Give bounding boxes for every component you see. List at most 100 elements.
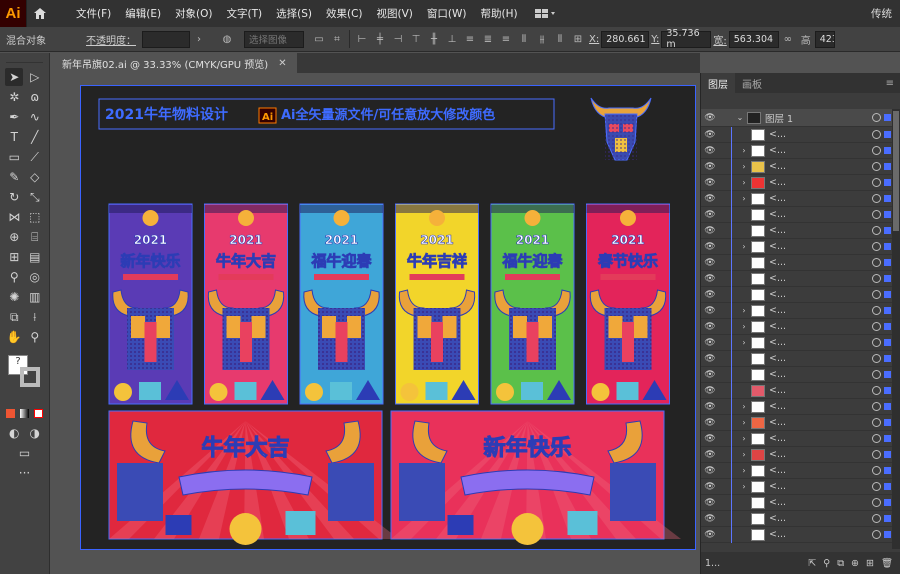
column-graph-tool-icon[interactable]: ▥ xyxy=(26,288,44,306)
selection-indicator[interactable] xyxy=(884,467,891,474)
sublayer-name[interactable]: <... xyxy=(769,241,872,252)
sublayer-name[interactable]: <... xyxy=(769,257,872,268)
chevron-right-icon[interactable]: › xyxy=(737,482,751,491)
sublayer-name[interactable]: <... xyxy=(769,209,872,220)
workspace-label[interactable]: 传统 xyxy=(871,6,892,21)
visibility-eye-icon[interactable]: 👁 xyxy=(701,354,719,364)
selection-indicator[interactable] xyxy=(884,371,891,378)
target-icon[interactable] xyxy=(872,354,881,363)
sublayer-name[interactable]: <... xyxy=(769,369,872,380)
target-icon[interactable] xyxy=(872,386,881,395)
sublayer-name[interactable]: <... xyxy=(769,385,872,396)
sublayer-row[interactable]: 👁 <... xyxy=(701,382,900,399)
sublayer-name[interactable]: <... xyxy=(769,353,872,364)
chevron-right-icon[interactable]: › xyxy=(737,466,751,475)
sublayer-row[interactable]: 👁 <... xyxy=(701,222,900,239)
chevron-right-icon[interactable]: › xyxy=(190,30,208,48)
visibility-eye-icon[interactable]: 👁 xyxy=(701,514,719,524)
locate-object-icon[interactable]: ⚲ xyxy=(823,558,830,569)
sublayer-name[interactable]: <... xyxy=(769,273,872,284)
artboard-tool-icon[interactable]: ⧉ xyxy=(5,308,23,326)
sublayer-name[interactable]: <... xyxy=(769,401,872,412)
scale-tool-icon[interactable]: ⤡ xyxy=(26,188,44,206)
hanging-banner[interactable]: 2021 福牛迎春 xyxy=(299,203,384,405)
magic-wand-tool-icon[interactable]: ✲ xyxy=(5,88,23,106)
sublayer-row[interactable]: 👁 › <... xyxy=(701,190,900,207)
document-tab[interactable]: 新年吊旗02.ai @ 33.33% (CMYK/GPU 预览) ✕ xyxy=(50,53,297,73)
chevron-right-icon[interactable]: › xyxy=(737,418,751,427)
sublayer-name[interactable]: <... xyxy=(769,449,872,460)
sublayer-row[interactable]: 👁 <... xyxy=(701,494,900,511)
sublayer-row[interactable]: 👁 <... xyxy=(701,270,900,287)
distribute-top-icon[interactable]: ≡ xyxy=(461,30,479,48)
target-icon[interactable] xyxy=(872,450,881,459)
chevron-right-icon[interactable]: › xyxy=(737,450,751,459)
line-tool-icon[interactable]: ╱ xyxy=(26,128,44,146)
selection-indicator[interactable] xyxy=(884,483,891,490)
selection-indicator[interactable] xyxy=(884,114,891,121)
align-left-icon[interactable]: ⊢ xyxy=(353,30,371,48)
visibility-eye-icon[interactable]: 👁 xyxy=(701,274,719,284)
chevron-right-icon[interactable]: › xyxy=(737,162,751,171)
sublayer-name[interactable]: <... xyxy=(769,305,872,316)
align-vcenter-icon[interactable]: ╫ xyxy=(425,30,443,48)
target-icon[interactable] xyxy=(872,210,881,219)
sublayer-name[interactable]: <... xyxy=(769,529,872,540)
workspace-switcher-icon[interactable] xyxy=(534,8,557,20)
wide-banner[interactable]: 牛年大吉 xyxy=(108,410,399,545)
selection-indicator[interactable] xyxy=(884,435,891,442)
layers-scrollbar[interactable] xyxy=(892,109,900,549)
sublayer-row[interactable]: 👁 <... xyxy=(701,286,900,303)
artboard[interactable]: 2021牛年物料设计 Ai Ai全矢量源文件/可任意放大修改颜色 2021 新年快… xyxy=(80,85,696,550)
visibility-eye-icon[interactable]: 👁 xyxy=(701,386,719,396)
selection-indicator[interactable] xyxy=(884,227,891,234)
selection-indicator[interactable] xyxy=(884,291,891,298)
new-layer-icon[interactable]: ⊞ xyxy=(866,558,874,569)
target-icon[interactable] xyxy=(872,226,881,235)
selection-indicator[interactable] xyxy=(884,131,891,138)
sublayer-row[interactable]: 👁 › <... xyxy=(701,318,900,335)
distribute-left-icon[interactable]: ⫴ xyxy=(515,30,533,48)
selection-indicator[interactable] xyxy=(884,339,891,346)
target-icon[interactable] xyxy=(872,466,881,475)
sublayer-row[interactable]: 👁 › <... xyxy=(701,142,900,159)
target-icon[interactable] xyxy=(872,290,881,299)
target-icon[interactable] xyxy=(872,113,881,122)
visibility-eye-icon[interactable]: 👁 xyxy=(701,242,719,252)
target-icon[interactable] xyxy=(872,482,881,491)
close-icon[interactable]: ✕ xyxy=(278,58,286,69)
visibility-eye-icon[interactable]: 👁 xyxy=(701,450,719,460)
sublayer-name[interactable]: <... xyxy=(769,513,872,524)
more-tools-icon[interactable]: ··· xyxy=(16,464,34,482)
visibility-eye-icon[interactable]: 👁 xyxy=(701,402,719,412)
rectangle-tool-icon[interactable]: ▭ xyxy=(5,148,23,166)
visibility-eye-icon[interactable]: 👁 xyxy=(701,322,719,332)
selection-indicator[interactable] xyxy=(884,403,891,410)
visibility-eye-icon[interactable]: 👁 xyxy=(701,178,719,188)
visibility-eye-icon[interactable]: 👁 xyxy=(701,290,719,300)
draw-mode-icon[interactable]: ◐ xyxy=(5,424,23,442)
hanging-banner[interactable]: 2021 牛年吉祥 xyxy=(395,203,479,405)
visibility-eye-icon[interactable]: 👁 xyxy=(701,210,719,220)
target-icon[interactable] xyxy=(872,178,881,187)
distribute-hcenter-icon[interactable]: ⫵ xyxy=(533,30,551,48)
stroke-swatch-icon[interactable] xyxy=(20,367,40,387)
sublayer-row[interactable]: 👁 <... xyxy=(701,350,900,367)
sublayer-row[interactable]: 👁 › <... xyxy=(701,462,900,479)
sublayer-name[interactable]: <... xyxy=(769,497,872,508)
selection-indicator[interactable] xyxy=(884,147,891,154)
sublayer-name[interactable]: <... xyxy=(769,177,872,188)
gradient-tool-icon[interactable]: ▤ xyxy=(26,248,44,266)
hanging-banner[interactable]: 2021 牛年大吉 xyxy=(204,203,288,405)
menu-8[interactable]: 帮助(H) xyxy=(474,6,525,21)
sublayer-row[interactable]: 👁 › <... xyxy=(701,302,900,319)
color-mode-icon[interactable] xyxy=(4,404,18,422)
selection-indicator[interactable] xyxy=(884,179,891,186)
chevron-right-icon[interactable]: › xyxy=(737,402,751,411)
sublayer-row[interactable]: 👁 › <... xyxy=(701,414,900,431)
sublayer-name[interactable]: <... xyxy=(769,161,872,172)
lasso-tool-icon[interactable]: ɷ xyxy=(26,88,44,106)
wide-banner[interactable]: 新年快乐 xyxy=(390,410,681,545)
sublayer-row[interactable]: 👁 › <... xyxy=(701,446,900,463)
screen-mode-icon[interactable]: ▭ xyxy=(16,444,34,462)
